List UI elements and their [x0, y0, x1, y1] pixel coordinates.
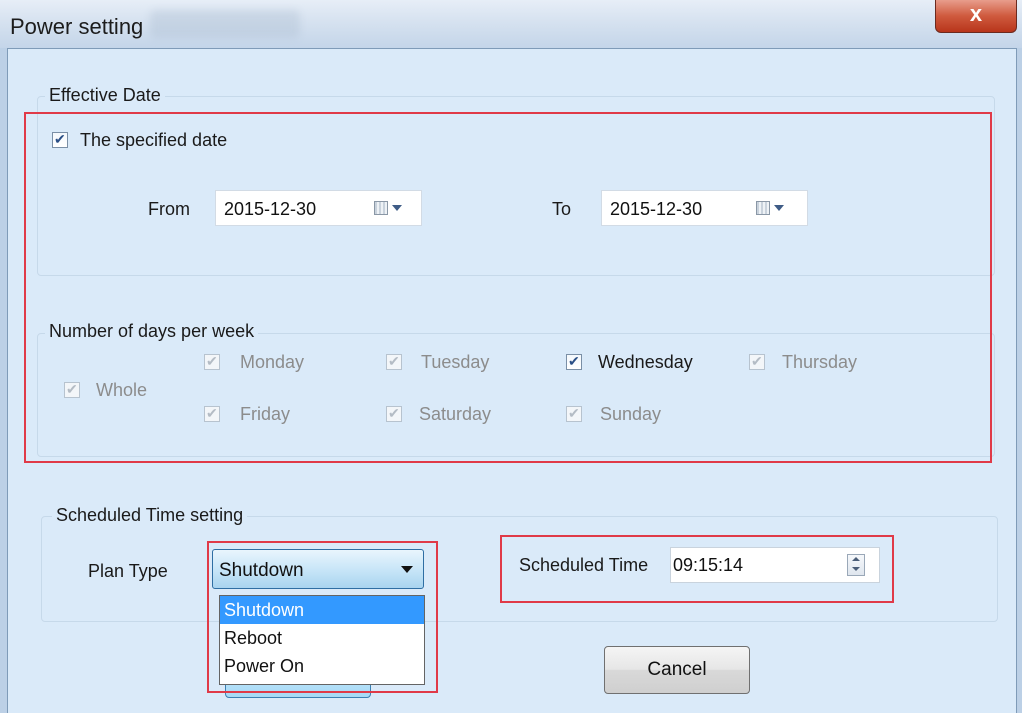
cancel-button[interactable]: Cancel [604, 646, 750, 694]
power-setting-dialog: Power setting x Effective Date ✔ The spe… [0, 0, 1022, 713]
highlight-box-plan-type [207, 541, 438, 693]
close-button[interactable]: x [935, 0, 1017, 33]
window-title: Power setting [10, 14, 144, 39]
scheduled-time-legend: Scheduled Time setting [52, 505, 248, 526]
highlight-box-dates [24, 112, 992, 463]
highlight-box-scheduled-time [500, 535, 894, 603]
title-bar-background [150, 10, 300, 38]
effective-date-legend: Effective Date [45, 85, 165, 106]
title-bar[interactable]: Power setting x [0, 0, 1022, 48]
close-icon: x [969, 1, 983, 26]
plan-type-label: Plan Type [88, 561, 168, 581]
